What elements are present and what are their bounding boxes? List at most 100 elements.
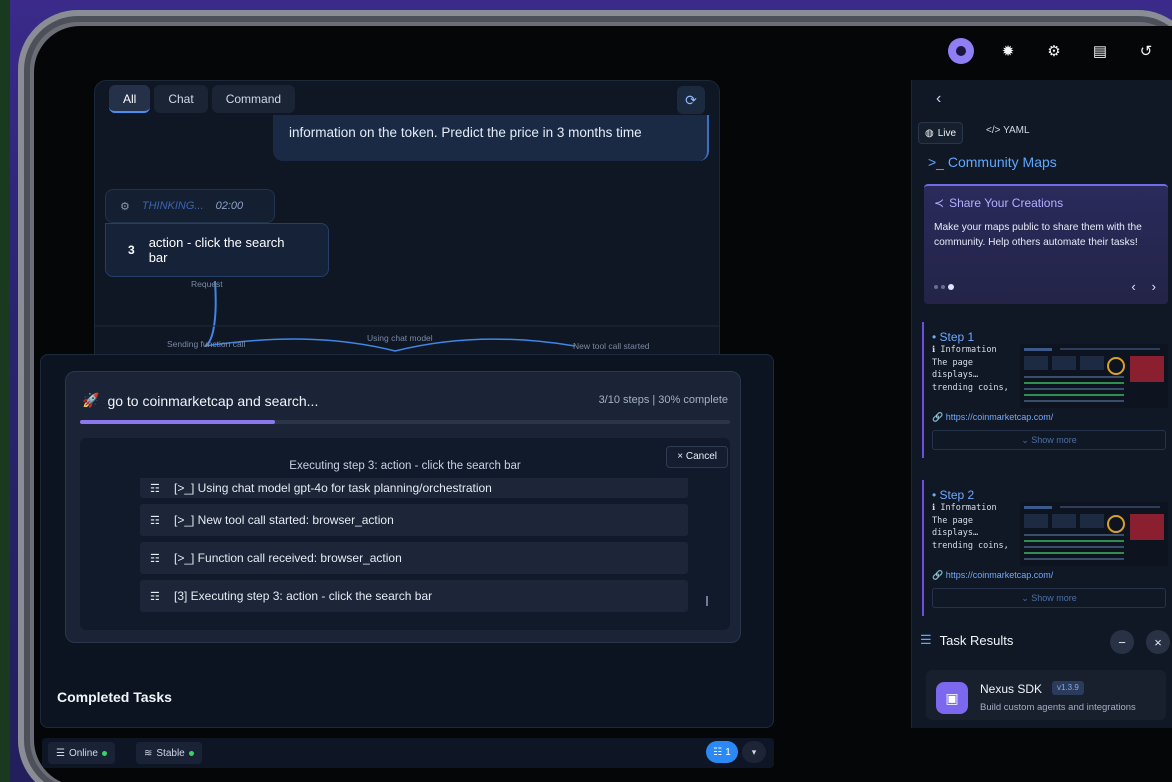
chat-panel: All Chat Command ⟳ information on the to… <box>94 80 720 370</box>
step-card-1[interactable]: • Step 1 ℹ Information The page displays… <box>922 322 1172 458</box>
log-text: [>_] Using chat model gpt-4o for task pl… <box>174 481 492 495</box>
share-title-text: Share Your Creations <box>949 196 1064 210</box>
online-status[interactable]: ☰ Online <box>48 742 115 764</box>
thinking-indicator: ⚙ THINKING... 02:00 <box>105 189 275 223</box>
gear-icon[interactable]: ✹ <box>996 39 1020 63</box>
settings-icon[interactable]: ⚙ <box>1042 39 1066 63</box>
progress-bar <box>80 420 730 424</box>
task-results-title: Task Results <box>939 632 1014 648</box>
step-title: • Step 1 <box>932 330 975 344</box>
share-icon: ≺ <box>934 196 945 210</box>
robot-icon: ⚙ <box>120 200 130 213</box>
status-bar: ☰ Online ≋ Stable ☷ 1 ▾ <box>42 738 774 768</box>
right-panel: ‹ ◍ Live </> YAML >_ Community Maps ≺ Sh… <box>911 80 1172 728</box>
log-item: ☶ [>_] New tool call started: browser_ac… <box>140 504 688 536</box>
carousel-nav: ‹ › <box>1131 279 1156 294</box>
chevron-down-icon[interactable]: ▾ <box>742 741 766 763</box>
step-card-2[interactable]: • Step 2 ℹ Information The page displays… <box>922 480 1172 616</box>
log-item: ☶ [3] Executing step 3: action - click t… <box>140 580 708 612</box>
log-list: ☶ [>_] Using chat model gpt-4o for task … <box>140 478 708 618</box>
sdk-description: Build custom agents and integrations <box>980 702 1136 713</box>
step-link[interactable]: 🔗 https://coinmarketcap.com/ <box>932 570 1053 581</box>
terminal-icon: ☶ <box>150 590 160 603</box>
task-status: 3/10 steps | 30% complete <box>598 394 728 406</box>
share-description: Make your maps public to share them with… <box>934 222 1142 248</box>
step-link[interactable]: 🔗 https://coinmarketcap.com/ <box>932 412 1053 423</box>
show-more-label: Show more <box>1031 593 1077 603</box>
carousel-dots[interactable] <box>934 284 954 290</box>
user-message-cut-line <box>289 107 691 119</box>
connection-status[interactable]: ≋ Stable <box>136 742 202 764</box>
tab-all[interactable]: All <box>109 85 151 113</box>
step-link-text: https://coinmarketcap.com/ <box>945 412 1054 422</box>
thinking-time: 02:00 <box>215 200 244 212</box>
thinking-label: THINKING... <box>141 200 204 212</box>
task-card: 🚀 go to coinmarketcap and search... 3/10… <box>65 371 741 643</box>
graph-label-chat-model: Using chat model <box>367 333 433 343</box>
live-label: Live <box>937 127 957 139</box>
cancel-button[interactable]: × Cancel <box>666 446 728 468</box>
community-maps-title: >_ Community Maps <box>928 154 1057 170</box>
task-count-button[interactable]: ☷ 1 <box>706 741 738 763</box>
chevron-left-icon[interactable]: ‹ <box>1131 279 1135 294</box>
task-modal: 🚀 go to coinmarketcap and search... 3/10… <box>40 354 774 728</box>
document-icon[interactable]: ▤ <box>1088 39 1112 63</box>
chat-tabs: All Chat Command <box>109 85 296 113</box>
log-text: [3] Executing step 3: action - click the… <box>174 589 433 603</box>
close-button[interactable]: × <box>1146 630 1170 654</box>
graph-edge-request <box>204 281 217 347</box>
tab-chat[interactable]: Chat <box>154 85 208 113</box>
step-title: • Step 2 <box>932 488 975 502</box>
sdk-name: Nexus SDK <box>980 682 1043 696</box>
back-chevron-icon[interactable]: ‹ <box>936 90 941 108</box>
link-icon: 🔗 <box>932 412 944 422</box>
minimize-button[interactable]: − <box>1110 630 1134 654</box>
share-card: ≺ Share Your Creations Make your maps pu… <box>924 184 1168 304</box>
server-icon: ☰ <box>56 747 65 759</box>
show-more-button[interactable]: ⌄ Show more <box>932 588 1166 608</box>
graph-label-request: Request <box>191 279 223 289</box>
user-avatar[interactable] <box>948 38 974 64</box>
completed-tasks-heading: Completed Tasks <box>57 689 172 705</box>
scrollbar[interactable] <box>706 596 708 606</box>
yaml-button[interactable]: </> YAML <box>986 125 1030 136</box>
action-text: action - click the search bar <box>148 235 285 265</box>
left-edge-strip <box>0 0 10 782</box>
step-thumbnail <box>1020 344 1168 408</box>
task-title-text: go to coinmarketcap and search... <box>107 392 319 409</box>
calendar-icon: ▣ <box>936 682 968 714</box>
list-icon: ☰ <box>920 632 932 647</box>
terminal-icon: ☶ <box>150 482 160 495</box>
top-toolbar: ✹ ⚙ ▤ ↺ <box>948 38 1158 64</box>
user-message: information on the token. Predict the pr… <box>273 115 709 161</box>
user-message-text: information on the token. Predict the pr… <box>289 125 642 140</box>
task-count: 1 <box>725 746 731 758</box>
step-info: ℹ Information The page displays… trendin… <box>932 503 1009 551</box>
list-icon: ☷ <box>713 746 723 758</box>
history-icon[interactable]: ↺ <box>1134 39 1158 63</box>
globe-icon: ◍ <box>925 127 934 139</box>
chevron-down-icon: ⌄ <box>1021 593 1029 603</box>
online-label: Online <box>68 747 98 759</box>
stable-dot <box>188 750 194 756</box>
tab-command[interactable]: Command <box>211 85 296 113</box>
step-info: ℹ Information The page displays… trendin… <box>932 345 1009 393</box>
show-more-button[interactable]: ⌄ Show more <box>932 430 1166 450</box>
live-button[interactable]: ◍ Live <box>918 122 964 144</box>
executing-title: Executing step 3: action - click the sea… <box>289 460 521 472</box>
code-icon: </> <box>986 125 1001 136</box>
sdk-card[interactable]: ▣ Nexus SDK v1.3.9 Build custom agents a… <box>926 670 1166 720</box>
chevron-right-icon[interactable]: › <box>1152 279 1156 294</box>
step-link-text: https://coinmarketcap.com/ <box>945 570 1054 580</box>
terminal-icon: ☶ <box>150 514 160 527</box>
stable-label: Stable <box>156 747 185 759</box>
yaml-label: YAML <box>1003 125 1030 136</box>
progress-fill <box>80 420 275 424</box>
action-step-number: 3 <box>128 243 135 257</box>
show-more-label: Show more <box>1031 435 1077 445</box>
graph-label-new-tool: New tool call started <box>573 341 650 351</box>
step-thumbnail <box>1020 502 1168 566</box>
share-title: ≺ Share Your Creations <box>934 196 1158 210</box>
log-item: ☶ [>_] Function call received: browser_a… <box>140 542 688 574</box>
wifi-icon: ≋ <box>144 747 153 759</box>
